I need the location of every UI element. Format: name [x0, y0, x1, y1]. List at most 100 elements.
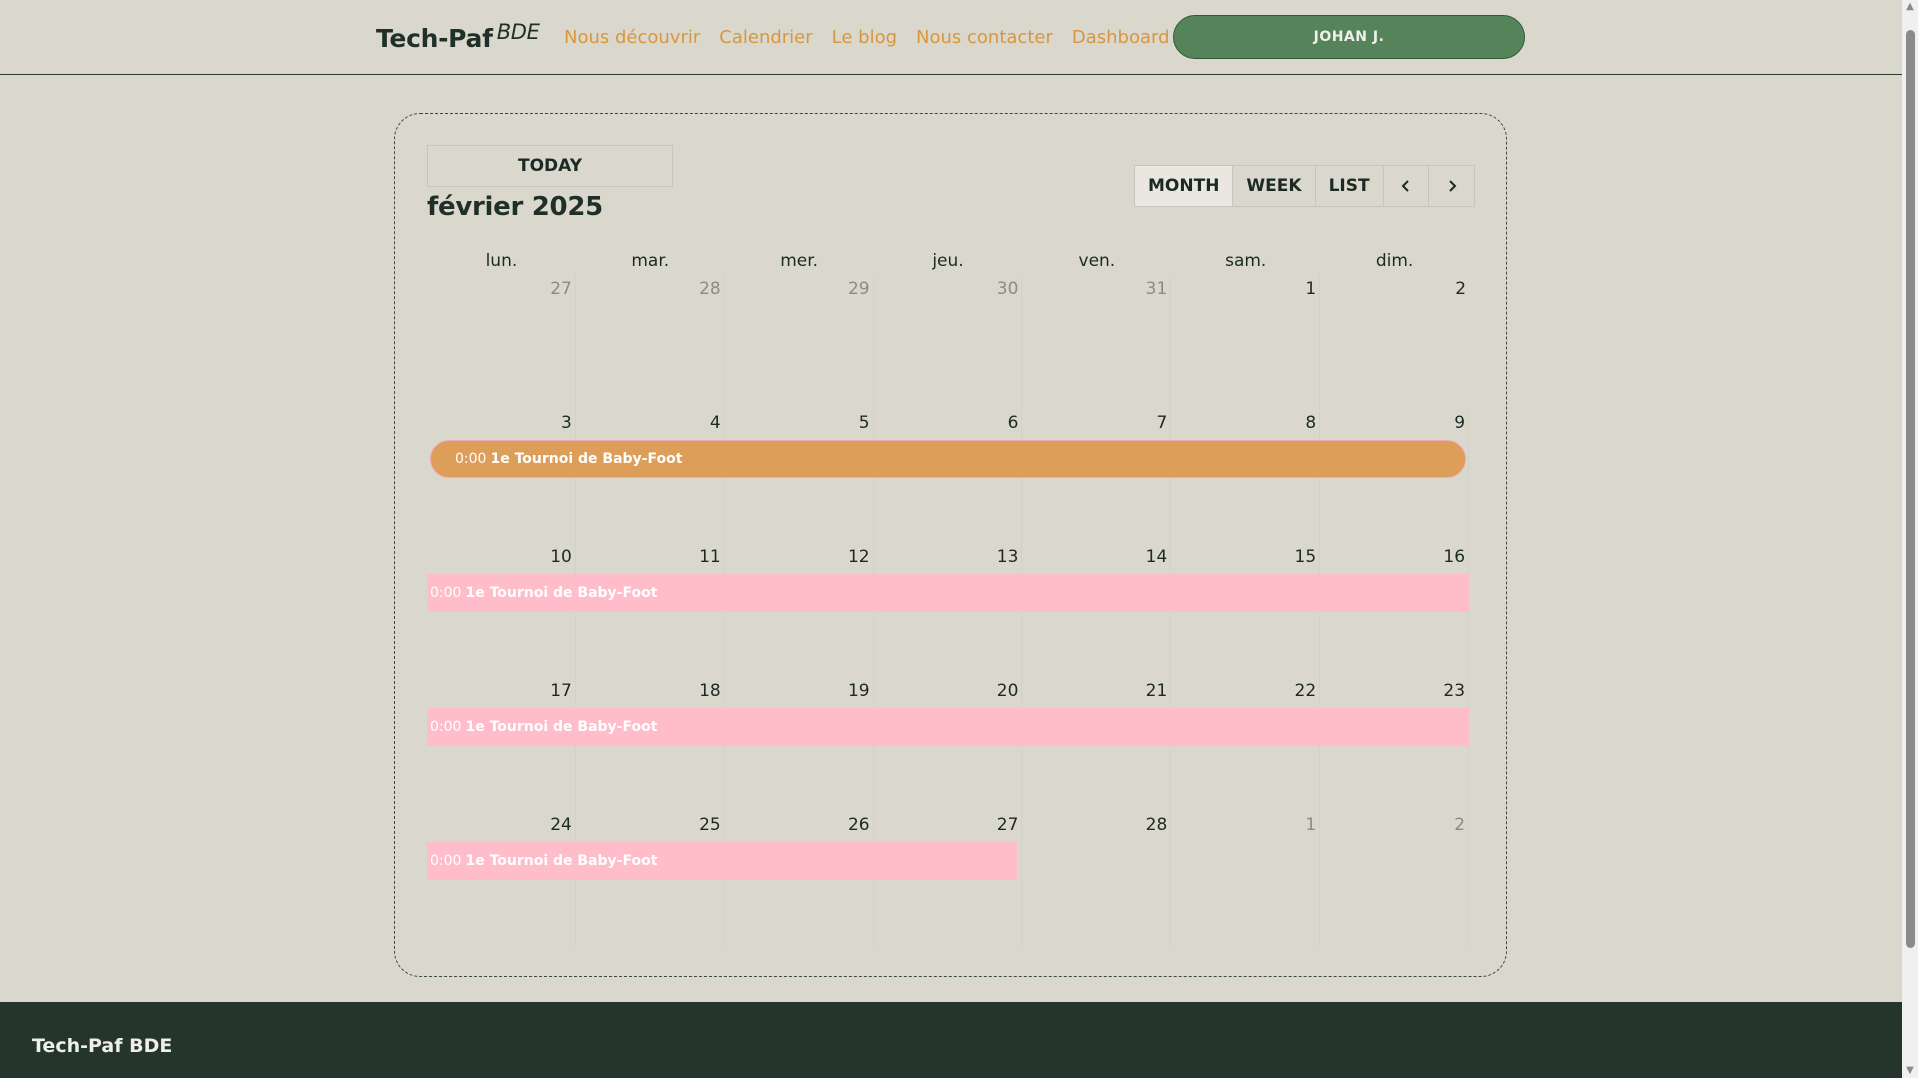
calendar-event[interactable]: 0:00 1e Tournoi de Baby-Foot [430, 440, 1466, 478]
weekday-header: lun. mar. mer. jeu. ven. sam. dim. [427, 247, 1469, 275]
weekday-label: ven. [1078, 251, 1116, 271]
day-number: 18 [699, 681, 721, 701]
weekday-label: mar. [631, 251, 670, 271]
user-account-button[interactable]: JOHAN J. [1173, 15, 1525, 59]
scroll-down-icon[interactable]: ▼ [1905, 1066, 1915, 1076]
view-list-button[interactable]: LIST [1316, 166, 1383, 206]
chevron-right-icon [1448, 180, 1456, 192]
calendar-container: TODAY février 2025 MONTH WEEK LIST lun. … [394, 113, 1507, 977]
day-cell[interactable]: 2 [1320, 275, 1469, 409]
day-number: 3 [561, 413, 572, 433]
weekday-label: lun. [485, 251, 518, 271]
day-number: 7 [1156, 413, 1168, 433]
page-scrollbar[interactable]: ▲ ▼ [1902, 0, 1918, 1078]
day-cell[interactable]: 2 [1320, 811, 1470, 945]
event-title: 1e Tournoi de Baby-Foot [465, 585, 658, 601]
day-number: 6 [1007, 413, 1019, 433]
day-cell[interactable]: 31 [1022, 275, 1172, 409]
day-number: 29 [847, 279, 870, 299]
weekday-label: dim. [1375, 251, 1414, 271]
calendar-week: 10 11 12 13 14 15 16 0:00 1e Tournoi de … [427, 543, 1470, 677]
calendar-event[interactable]: 0:00 1e Tournoi de Baby-Foot [427, 574, 1469, 612]
day-number: 5 [858, 413, 870, 433]
event-title: 1e Tournoi de Baby-Foot [465, 719, 658, 735]
day-number: 10 [550, 547, 572, 567]
day-number: 23 [1443, 681, 1466, 701]
day-number: 30 [996, 279, 1019, 299]
day-number: 17 [550, 681, 572, 701]
nav-link-contact[interactable]: Nous contacter [916, 27, 1053, 48]
day-number: 2 [1455, 279, 1467, 299]
day-number: 26 [847, 815, 870, 835]
event-time: 0:00 [430, 853, 462, 869]
event-time: 0:00 [430, 585, 462, 601]
day-number: 1 [1305, 815, 1317, 835]
scroll-up-icon[interactable]: ▲ [1905, 2, 1915, 12]
chevron-left-icon [1401, 180, 1409, 192]
day-number: 31 [1145, 279, 1168, 299]
day-cell[interactable]: 29 [725, 275, 874, 409]
site-footer: Tech-Paf BDE [0, 1002, 1902, 1078]
event-title: 1e Tournoi de Baby-Foot [490, 451, 683, 467]
day-number: 15 [1294, 547, 1317, 567]
today-button[interactable]: TODAY [427, 145, 673, 187]
day-cell[interactable]: 30 [874, 275, 1023, 409]
day-number: 4 [709, 413, 721, 433]
calendar-week: 24 25 26 27 28 1 2 0:00 1e Tournoi de Ba… [427, 811, 1470, 945]
day-number: 25 [699, 815, 721, 835]
day-cell[interactable]: 27 [427, 275, 576, 409]
day-number: 12 [847, 547, 870, 567]
calendar-week: 17 18 19 20 21 22 23 0:00 1e Tournoi de … [427, 677, 1470, 811]
month-navigation [1383, 165, 1475, 207]
brand-name: Tech-Paf [376, 24, 493, 53]
weekday-label: sam. [1225, 251, 1267, 271]
day-cell[interactable]: 28 [1022, 811, 1172, 945]
weekday-label: jeu. [932, 251, 964, 271]
nav-link-calendrier[interactable]: Calendrier [719, 27, 812, 48]
day-number: 21 [1145, 681, 1168, 701]
prev-month-button[interactable] [1384, 166, 1429, 206]
main-nav: Nous découvrir Calendrier Le blog Nous c… [564, 27, 1170, 48]
month-grid: lun. mar. mer. jeu. ven. sam. dim. 27 28… [427, 247, 1470, 945]
nav-link-decouvrir[interactable]: Nous découvrir [564, 27, 700, 48]
day-number: 27 [996, 815, 1019, 835]
day-number: 16 [1443, 547, 1466, 567]
site-header: Tech-Paf BDE Nous découvrir Calendrier Le… [0, 0, 1902, 75]
view-month-button[interactable]: MONTH [1135, 166, 1234, 206]
day-number: 24 [550, 815, 572, 835]
day-number: 2 [1454, 815, 1466, 835]
day-number: 27 [550, 279, 572, 299]
day-number: 22 [1294, 681, 1317, 701]
day-cell[interactable]: 28 [576, 275, 725, 409]
nav-link-dashboard[interactable]: Dashboard [1072, 27, 1170, 48]
day-number: 28 [699, 279, 721, 299]
day-number: 19 [847, 681, 870, 701]
day-number: 28 [1145, 815, 1168, 835]
brand-logo[interactable]: Tech-Paf BDE [376, 20, 540, 53]
day-number: 9 [1454, 413, 1466, 433]
brand-sup: BDE [496, 20, 540, 44]
event-time: 0:00 [455, 451, 487, 467]
footer-brand: Tech-Paf BDE [32, 1035, 173, 1057]
calendar-week: 3 4 5 6 7 8 9 0:00 1e Tournoi de Baby-Fo… [427, 409, 1470, 543]
day-number: 13 [996, 547, 1019, 567]
calendar-event[interactable]: 0:00 1e Tournoi de Baby-Foot [427, 842, 1017, 880]
day-cell[interactable]: 1 [1171, 811, 1321, 945]
calendar-title: février 2025 [427, 192, 603, 222]
nav-link-blog[interactable]: Le blog [832, 27, 897, 48]
day-cell[interactable]: 1 [1171, 275, 1321, 409]
day-number: 11 [699, 547, 721, 567]
view-week-button[interactable]: WEEK [1233, 166, 1316, 206]
view-switcher: MONTH WEEK LIST [1134, 165, 1384, 207]
next-month-button[interactable] [1429, 166, 1474, 206]
day-number: 1 [1305, 279, 1317, 299]
day-number: 20 [996, 681, 1019, 701]
event-title: 1e Tournoi de Baby-Foot [465, 853, 658, 869]
calendar-week: 27 28 29 30 31 1 2 [427, 275, 1469, 409]
scroll-thumb[interactable] [1906, 30, 1915, 948]
weekday-label: mer. [780, 251, 819, 271]
event-time: 0:00 [430, 719, 462, 735]
day-number: 8 [1305, 413, 1317, 433]
calendar-event[interactable]: 0:00 1e Tournoi de Baby-Foot [427, 708, 1469, 746]
day-number: 14 [1145, 547, 1168, 567]
